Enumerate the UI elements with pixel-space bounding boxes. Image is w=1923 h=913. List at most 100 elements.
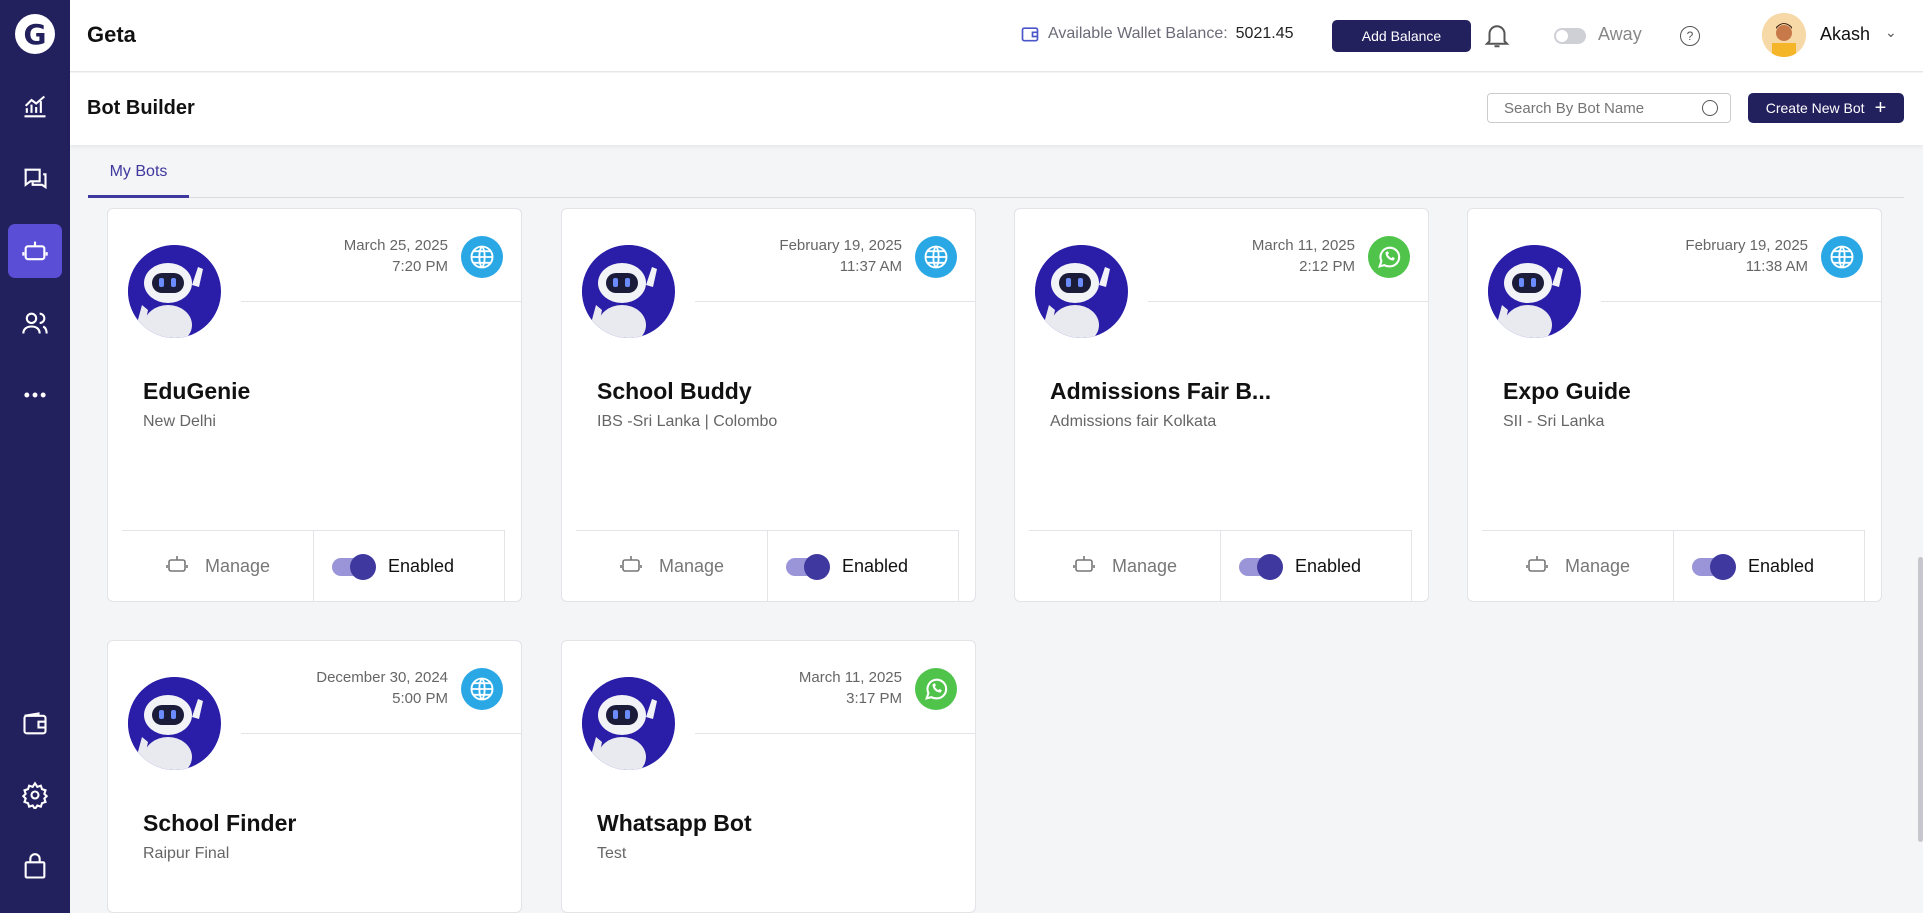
bot-date: February 19, 2025 11:37 AM (779, 235, 902, 277)
scrollbar[interactable] (1918, 557, 1923, 842)
bot-location: Admissions fair Kolkata (1050, 413, 1217, 430)
bot-location: New Delhi (143, 413, 216, 430)
bot-card[interactable]: March 25, 2025 7:20 PM EduGenie New Delhi Ma… (107, 208, 522, 602)
nav-more-icon[interactable] (8, 368, 62, 422)
nav-chat-icon[interactable] (8, 152, 62, 206)
tab-bar: My Bots (88, 148, 1904, 198)
bot-card[interactable]: February 19, 2025 11:37 AM School Buddy IBS… (561, 208, 976, 602)
manage-button[interactable]: Manage (576, 531, 768, 602)
bot-card[interactable]: March 11, 2025 3:17 PM Whatsapp Bot Test (561, 640, 976, 913)
bot-avatar (128, 245, 221, 338)
enabled-toggle[interactable] (1692, 553, 1736, 580)
bot-avatar (1035, 245, 1128, 338)
bot-location: Raipur Final (143, 845, 230, 862)
enabled-label: Enabled (1295, 556, 1362, 576)
bot-avatar (582, 245, 675, 338)
bot-date-time: 3:17 PM (846, 690, 902, 707)
enabled-label: Enabled (388, 556, 455, 576)
enabled-control: Enabled (1221, 531, 1412, 602)
chevron-down-icon[interactable]: ⌄ (1885, 24, 1897, 41)
whatsapp-icon (915, 668, 957, 710)
manage-button[interactable]: Manage (1029, 531, 1221, 602)
enabled-toggle[interactable] (1239, 553, 1283, 580)
bot-date-time: 11:38 AM (1745, 258, 1808, 275)
wallet-value: 5021.45 (1235, 25, 1294, 42)
top-bar: Geta Available Wallet Balance: 5021.45 A… (70, 0, 1923, 72)
bot-avatar (128, 677, 221, 770)
web-icon (915, 236, 957, 278)
bot-card-footer: Manage Enabled (1482, 530, 1865, 602)
divider (241, 301, 521, 302)
search-input[interactable] (1487, 93, 1731, 123)
bot-name[interactable]: School Finder (143, 810, 296, 837)
enabled-control: Enabled (1674, 531, 1865, 602)
bot-date-day: March 11, 2025 (798, 669, 902, 686)
app-name: Geta (87, 22, 136, 47)
bot-name[interactable]: EduGenie (143, 378, 250, 405)
create-new-bot-label: Create New Bot (1765, 100, 1865, 116)
bot-name[interactable]: Expo Guide (1503, 378, 1631, 405)
help-icon[interactable]: ? (1680, 26, 1700, 46)
bot-date-day: March 25, 2025 (343, 237, 448, 254)
tab-my-bots[interactable]: My Bots (88, 148, 189, 198)
away-toggle[interactable] (1554, 28, 1586, 44)
bot-card[interactable]: December 30, 2024 5:00 PM School Finder Rai… (107, 640, 522, 913)
bot-date: December 30, 2024 5:00 PM (316, 667, 448, 709)
nav-bot-icon[interactable] (8, 224, 62, 278)
enabled-control: Enabled (314, 531, 505, 602)
bot-location: SII - Sri Lanka (1503, 413, 1605, 430)
user-name[interactable]: Akash (1820, 24, 1870, 45)
nav-users-icon[interactable] (8, 296, 62, 350)
bot-location: Test (597, 845, 627, 862)
bot-card-footer: Manage Enabled (576, 530, 959, 602)
bot-name[interactable]: Admissions Fair B... (1050, 378, 1271, 405)
bot-date: March 25, 2025 7:20 PM (344, 235, 448, 277)
manage-button[interactable]: Manage (1482, 531, 1674, 602)
app-logo[interactable]: G (15, 14, 55, 54)
divider (1601, 301, 1881, 302)
bot-date-time: 2:12 PM (1299, 258, 1355, 275)
enabled-label: Enabled (842, 556, 909, 576)
web-icon (461, 236, 503, 278)
bot-date: March 11, 2025 3:17 PM (799, 667, 902, 709)
page-title: Bot Builder (87, 97, 195, 119)
bot-date-time: 7:20 PM (392, 258, 448, 275)
bot-card-footer: Manage Enabled (122, 530, 505, 602)
enabled-toggle[interactable] (332, 553, 376, 580)
bot-icon (165, 552, 189, 581)
nav-store-icon[interactable] (8, 840, 62, 894)
manage-label: Manage (658, 556, 725, 576)
logo-letter-icon: G (23, 17, 47, 51)
bot-card[interactable]: February 19, 2025 11:38 AM Expo Guide SII -… (1467, 208, 1882, 602)
bot-card[interactable]: March 11, 2025 2:12 PM Admissions Fair B..… (1014, 208, 1429, 602)
bot-name[interactable]: School Buddy (597, 378, 752, 405)
divider (241, 733, 521, 734)
bot-date: February 19, 2025 11:38 AM (1685, 235, 1808, 277)
bot-date-time: 5:00 PM (392, 690, 448, 707)
bell-icon[interactable] (1482, 20, 1512, 50)
manage-label: Manage (204, 556, 271, 576)
bot-icon (619, 552, 643, 581)
enabled-toggle[interactable] (786, 553, 830, 580)
bot-icon (1072, 552, 1096, 581)
nav-wallet-icon[interactable] (8, 697, 62, 751)
avatar[interactable] (1762, 13, 1806, 57)
manage-button[interactable]: Manage (122, 531, 314, 602)
web-icon (1821, 236, 1863, 278)
divider (1148, 301, 1428, 302)
create-new-bot-button[interactable]: Create New Bot + (1748, 93, 1904, 123)
bot-date-day: February 19, 2025 (779, 237, 902, 254)
sub-header: Bot Builder Create New Bot + (70, 73, 1923, 145)
bot-location: IBS -Sri Lanka | Colombo (597, 413, 778, 430)
bot-avatar (582, 677, 675, 770)
nav-settings-icon[interactable] (8, 768, 62, 822)
bot-date: March 11, 2025 2:12 PM (1252, 235, 1355, 277)
bot-date-day: March 11, 2025 (1251, 237, 1355, 254)
bot-name[interactable]: Whatsapp Bot (597, 810, 752, 837)
bot-date-day: February 19, 2025 (1685, 237, 1808, 254)
plus-icon: + (1874, 97, 1887, 119)
nav-analytics-icon[interactable] (8, 80, 62, 134)
search-icon[interactable] (1702, 100, 1718, 116)
manage-label: Manage (1564, 556, 1631, 576)
add-balance-button[interactable]: Add Balance (1332, 20, 1471, 52)
